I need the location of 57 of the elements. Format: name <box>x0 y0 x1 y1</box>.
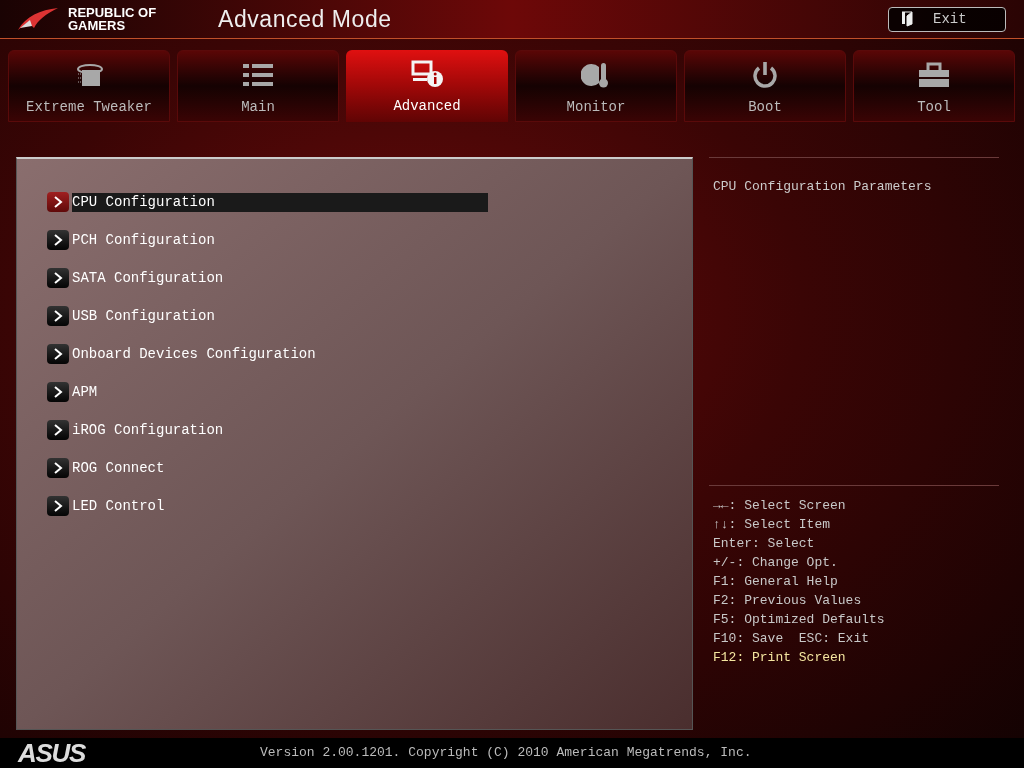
chevron-right-icon <box>53 500 63 512</box>
gauge-thermometer-icon <box>581 61 611 89</box>
key-help-text: ↑↓: Select Item <box>713 516 832 534</box>
key-help-text: F2: Previous Values <box>713 592 863 610</box>
key-help-text: F5: Optimized Defaults <box>713 611 886 629</box>
key-help-text: F12: Print Screen <box>713 649 847 667</box>
submenu-arrow-button[interactable] <box>47 230 69 250</box>
tab[interactable]: Tool <box>853 50 1015 122</box>
chevron-right-icon <box>53 462 63 474</box>
chevron-right-icon <box>53 196 63 208</box>
tab[interactable]: Extreme Tweaker <box>8 50 170 122</box>
chevron-right-icon <box>53 348 63 360</box>
submenu-arrow-button[interactable] <box>47 192 69 212</box>
brand-text: REPUBLIC OF <box>68 6 158 19</box>
submenu-arrow-button[interactable] <box>47 420 69 440</box>
brand-text: GAMERS <box>68 19 127 32</box>
chevron-right-icon <box>53 424 63 436</box>
menu-item[interactable]: APM <box>72 382 98 402</box>
submenu-arrow-button[interactable] <box>47 496 69 516</box>
version-text: Version 2.00.1201. Copyright (C) 2010 American Megatrends, Inc. <box>260 744 752 763</box>
tab[interactable]: Advanced <box>346 50 508 122</box>
menu-item[interactable]: SATA Configuration <box>72 268 224 288</box>
rog-logo-icon <box>16 6 60 32</box>
menu-item[interactable]: PCH Configuration <box>72 230 215 250</box>
exit-button[interactable]: Exit <box>888 6 1006 32</box>
door-icon <box>901 11 913 27</box>
submenu-arrow-button[interactable] <box>47 458 69 478</box>
submenu-arrow-button[interactable] <box>47 382 69 402</box>
list-icon <box>243 63 273 87</box>
menu-item[interactable]: iROG Configuration <box>72 420 224 440</box>
tab[interactable]: Boot <box>684 50 846 122</box>
chevron-right-icon <box>53 234 63 246</box>
key-help-text: →←: Select Screen <box>713 497 847 515</box>
tab[interactable]: Main <box>177 50 339 122</box>
menu-item[interactable]: CPU Configuration <box>72 192 488 212</box>
monitor-info-icon <box>411 60 443 88</box>
submenu-arrow-button[interactable] <box>47 268 69 288</box>
chevron-right-icon <box>53 310 63 322</box>
menu-item[interactable]: ROG Connect <box>72 458 165 478</box>
key-help-text: +/-: Change Opt. <box>713 554 839 572</box>
submenu-arrow-button[interactable] <box>47 306 69 326</box>
menu-item[interactable]: LED Control <box>72 496 165 516</box>
window-title: Advanced Mode <box>218 4 392 34</box>
tab[interactable]: Monitor <box>515 50 677 122</box>
submenu-arrow-button[interactable] <box>47 344 69 364</box>
toolbox-icon <box>918 62 950 88</box>
chevron-right-icon <box>53 272 63 284</box>
power-icon <box>751 61 779 89</box>
help-description: CPU Configuration Parameters <box>713 179 932 194</box>
key-help-text: Enter: Select <box>713 535 816 553</box>
key-help-text: F10: Save ESC: Exit <box>713 630 871 648</box>
key-help-text: F1: General Help <box>713 573 839 591</box>
menu-item[interactable]: USB Configuration <box>72 306 215 326</box>
chevron-right-icon <box>53 386 63 398</box>
asus-logo: ASUS <box>18 736 87 768</box>
menu-item[interactable]: Onboard Devices Configuration <box>72 344 316 364</box>
cpu-cooler-icon <box>74 62 104 88</box>
